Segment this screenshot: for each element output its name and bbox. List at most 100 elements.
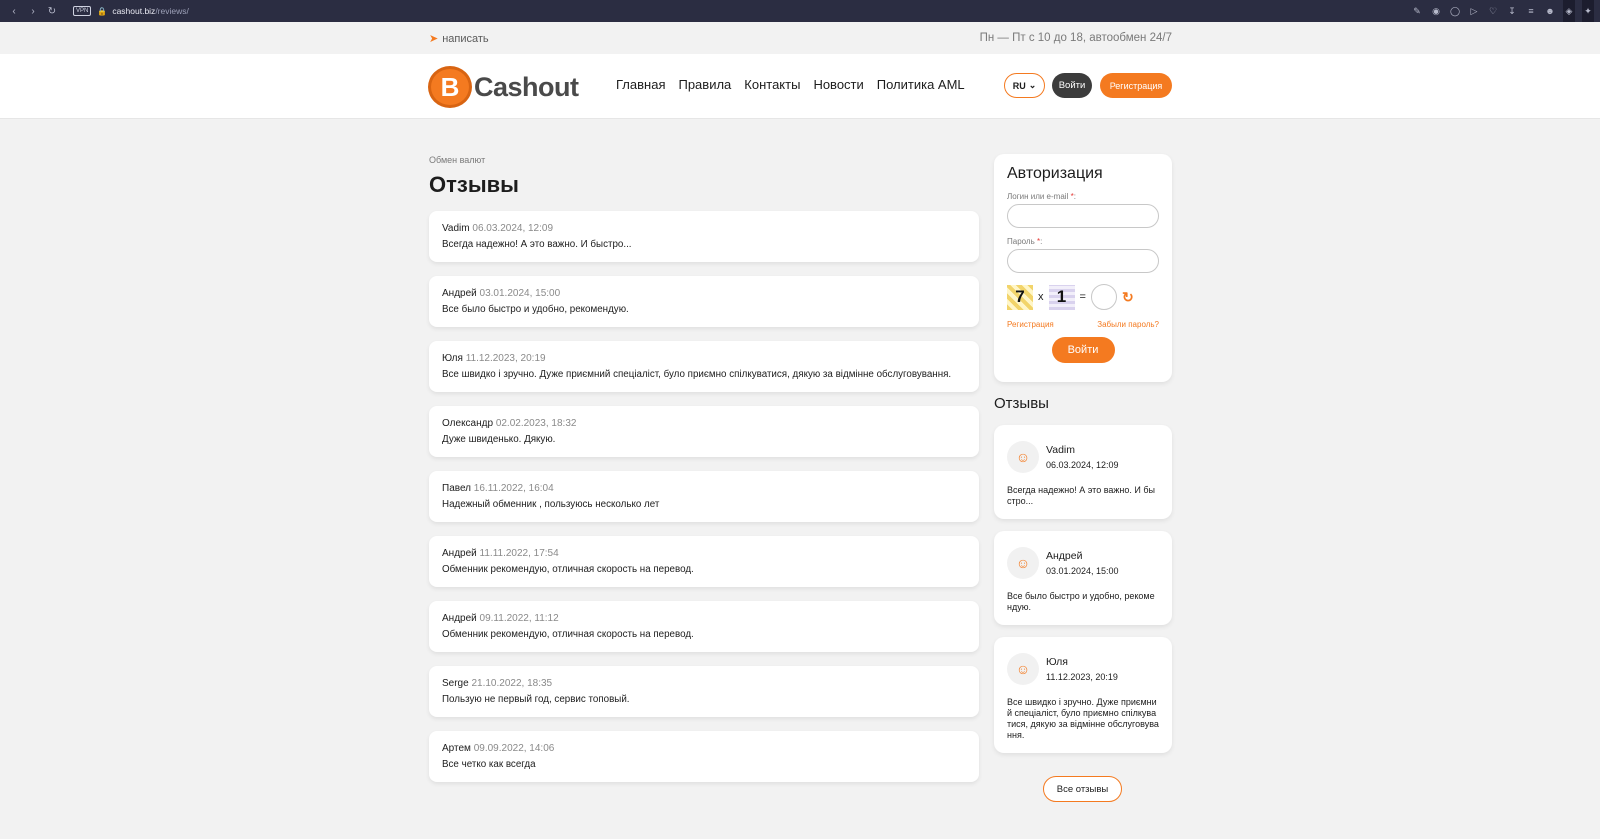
play-icon[interactable]: ▷	[1468, 6, 1480, 17]
captcha-operator: x	[1038, 291, 1044, 303]
breadcrumb[interactable]: Обмен валют	[429, 155, 485, 165]
register-button[interactable]: Регистрация	[1100, 73, 1172, 98]
sidebar-reviews-list: ☺ Vadim 06.03.2024, 12:09 Всегда надежно…	[994, 425, 1172, 765]
review-date: 09.11.2022, 11:12	[479, 613, 559, 624]
review-date: 11.12.2023, 20:19	[465, 353, 546, 364]
review-header: Юля 11.12.2023, 20:19	[442, 353, 966, 364]
menu-icon[interactable]: ≡	[1525, 6, 1537, 16]
reload-icon[interactable]: ↻	[44, 6, 60, 17]
review-text: Дуже швиденько. Дякую.	[442, 434, 556, 445]
address-bar[interactable]: cashout.biz/reviews/	[112, 6, 189, 16]
required-mark: *	[1037, 237, 1041, 246]
review-date: 21.10.2022, 18:35	[471, 678, 553, 689]
url-path: /reviews/	[155, 6, 189, 16]
sidebar-review-date: 11.12.2023, 20:19	[1046, 672, 1118, 682]
review-text: Пользую не первый год, сервис топовый.	[442, 694, 630, 705]
auth-panel: Авторизация Логин или e-mail *: Пароль *…	[994, 154, 1172, 382]
review-card: Юля 11.12.2023, 20:19 Все швидко і зручн…	[429, 341, 979, 392]
review-text: Все швидко і зручно. Дуже приємний спеці…	[442, 369, 952, 380]
nav-item-rules[interactable]: Правила	[678, 77, 731, 92]
auth-links: Регистрация Забыли пароль?	[1007, 320, 1159, 329]
review-header: Андрей 11.11.2022, 17:54	[442, 548, 966, 559]
review-text: Обменник рекомендую, отличная скорость н…	[442, 629, 694, 640]
password-field-label: Пароль *:	[1007, 237, 1043, 246]
login-label-text: Логин или e-mail	[1007, 192, 1069, 201]
logo-text: Cashout	[474, 71, 579, 102]
review-text: Всегда надежно! А это важно. И быстро...	[442, 239, 632, 250]
sidebar-review-text: Все швидко і зручно. Дуже приємний спеці…	[1007, 697, 1159, 740]
puzzle-icon[interactable]: ✦	[1582, 0, 1594, 22]
back-icon[interactable]: ‹	[6, 6, 22, 17]
extension-icon[interactable]: ◈	[1563, 0, 1575, 22]
review-text: Все четко как всегда	[442, 759, 536, 770]
review-text: Надежный обменник , пользуюсь несколько …	[442, 499, 660, 510]
sidebar-review-card: ☺ Vadim 06.03.2024, 12:09 Всегда надежно…	[994, 425, 1172, 519]
review-card: Андрей 11.11.2022, 17:54 Обменник рекоме…	[429, 536, 979, 587]
lock-icon[interactable]: 🔒	[97, 7, 107, 16]
refresh-icon[interactable]: ↻	[1122, 289, 1134, 306]
captcha-digit-b: 1	[1048, 284, 1075, 310]
review-date: 09.09.2022, 14:06	[473, 743, 555, 754]
sidebar-review-author: Андрей	[1046, 550, 1083, 562]
review-author: Павел	[442, 483, 472, 494]
forward-icon[interactable]: ›	[25, 6, 41, 17]
browser-actions: ✎ ◉ ◯ ▷ ♡ ↧ ≡ ☻ ◈ ✦	[1411, 0, 1594, 22]
forgot-password-link[interactable]: Забыли пароль?	[1097, 320, 1159, 329]
login-input[interactable]	[1007, 204, 1159, 228]
register-link[interactable]: Регистрация	[1007, 320, 1054, 329]
review-card: Serge 21.10.2022, 18:35 Пользую не первы…	[429, 666, 979, 717]
review-header: Павел 16.11.2022, 16:04	[442, 483, 966, 494]
captcha-answer-input[interactable]	[1090, 284, 1117, 310]
required-mark: *	[1070, 192, 1074, 201]
shield-icon[interactable]: ◯	[1449, 6, 1461, 17]
review-header: Артем 09.09.2022, 14:06	[442, 743, 966, 754]
sidebar-review-text: Всегда надежно! А это важно. И быстро...	[1007, 485, 1155, 506]
bitcoin-logo-icon: B	[428, 66, 472, 108]
main-nav: Главная Правила Контакты Новости Политик…	[616, 77, 965, 92]
review-card: Андрей 03.01.2024, 15:00 Все было быстро…	[429, 276, 979, 327]
sidebar-reviews-title: Отзывы	[994, 395, 1049, 412]
download-icon[interactable]: ↧	[1506, 6, 1518, 17]
password-input[interactable]	[1007, 249, 1159, 273]
working-hours: Пн — Пт с 10 до 18, автообмен 24/7	[979, 32, 1172, 44]
camera-icon[interactable]: ◉	[1430, 6, 1442, 17]
login-field-label: Логин или e-mail *:	[1007, 192, 1076, 201]
url-host: cashout.biz	[112, 6, 156, 16]
profile-icon[interactable]: ☻	[1544, 6, 1556, 16]
review-author: Андрей	[442, 288, 477, 299]
login-button[interactable]: Войти	[1052, 73, 1092, 98]
review-card: Артем 09.09.2022, 14:06 Все четко как вс…	[429, 731, 979, 782]
sidebar-review-header: ☺ Андрей 03.01.2024, 15:00	[1007, 547, 1159, 579]
language-label: RU	[1012, 80, 1026, 91]
nav-item-contacts[interactable]: Контакты	[744, 77, 800, 92]
logo[interactable]: B Cashout	[428, 66, 579, 108]
sidebar-review-header: ☺ Юля 11.12.2023, 20:19	[1007, 653, 1159, 685]
auth-submit-button[interactable]: Войти	[1051, 337, 1115, 363]
nav-item-home[interactable]: Главная	[616, 77, 665, 92]
edit-icon[interactable]: ✎	[1411, 6, 1423, 17]
sidebar-review-text: Все было быстро и удобно, рекомендую.	[1007, 591, 1155, 612]
write-link[interactable]: ➤ написать	[429, 32, 489, 46]
page-title: Отзывы	[429, 172, 519, 197]
review-header: Андрей 03.01.2024, 15:00	[442, 288, 966, 299]
review-header: Serge 21.10.2022, 18:35	[442, 678, 966, 689]
review-author: Олександр	[442, 418, 494, 429]
review-text: Все было быстро и удобно, рекомендую.	[442, 304, 629, 315]
chevron-down-icon: ⌄	[1028, 80, 1037, 90]
heart-icon[interactable]: ♡	[1487, 6, 1499, 17]
nav-item-aml[interactable]: Политика AML	[877, 77, 965, 92]
user-icon: ☺	[1007, 653, 1039, 685]
browser-toolbar: ‹ › ↻ VPN 🔒 cashout.biz/reviews/ ✎ ◉ ◯ ▷…	[0, 0, 1600, 22]
captcha-digit-a: 7	[1007, 284, 1033, 310]
sidebar-review-meta: Андрей 03.01.2024, 15:00	[1046, 550, 1119, 576]
review-author: Андрей	[442, 548, 477, 559]
captcha: 7 x 1 = ↻	[1007, 284, 1159, 310]
sidebar-review-date: 06.03.2024, 12:09	[1046, 460, 1119, 470]
nav-item-news[interactable]: Новости	[813, 77, 863, 92]
language-select[interactable]: RU ⌄	[1004, 73, 1045, 98]
all-reviews-button[interactable]: Все отзывы	[1043, 776, 1122, 802]
user-icon: ☺	[1007, 441, 1039, 473]
review-text: Обменник рекомендую, отличная скорость н…	[442, 564, 694, 575]
vpn-badge[interactable]: VPN	[73, 6, 92, 16]
sidebar-review-card: ☺ Юля 11.12.2023, 20:19 Все швидко і зру…	[994, 637, 1172, 753]
